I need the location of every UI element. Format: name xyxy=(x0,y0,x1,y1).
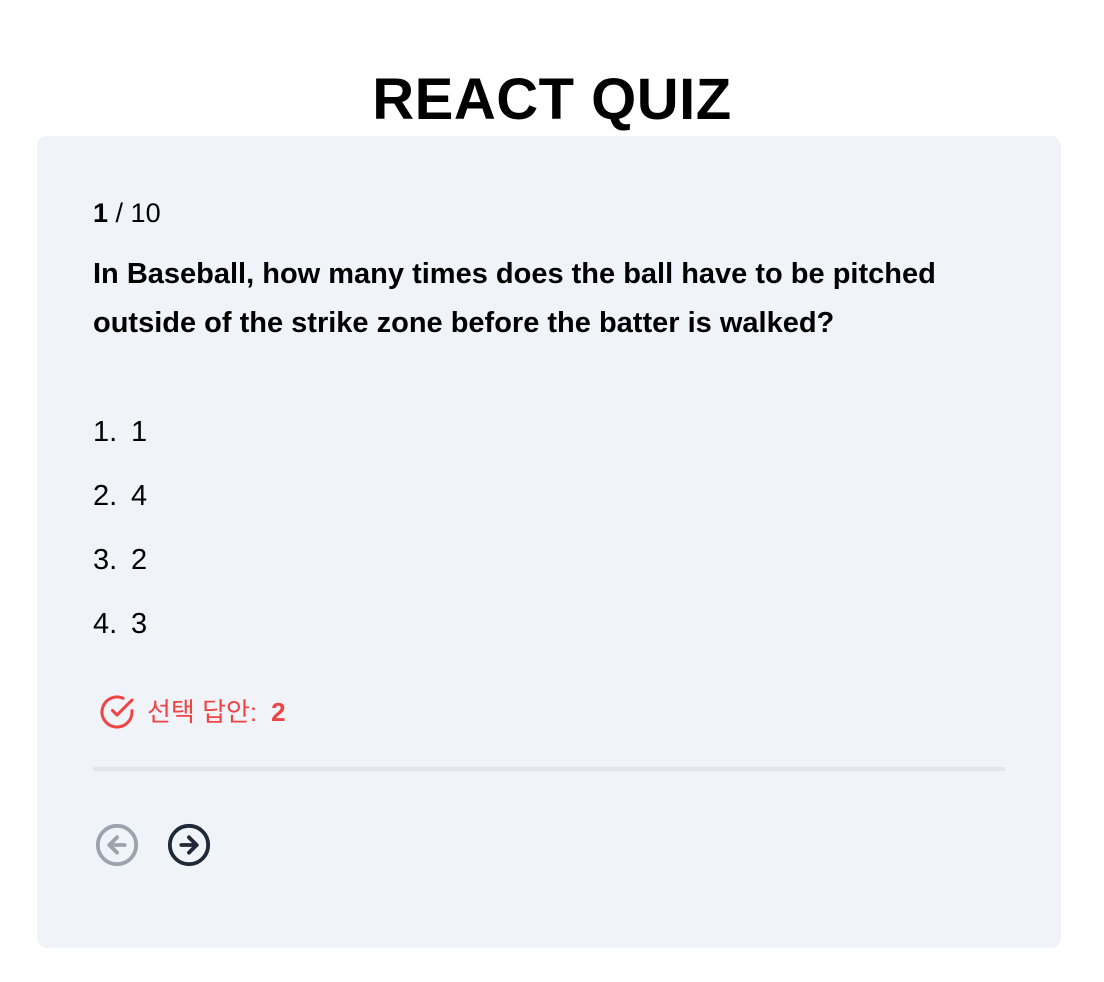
option-number: 1. xyxy=(93,416,118,448)
progress-total: 10 xyxy=(130,198,161,228)
selected-answer: 선택 답안: 2 xyxy=(99,694,286,730)
option-number: 4. xyxy=(93,608,118,640)
check-circle-icon xyxy=(100,695,134,729)
divider xyxy=(93,767,1005,771)
option-text: 2 xyxy=(131,544,148,576)
question-text: In Baseball, how many times does the bal… xyxy=(93,258,936,339)
option-number: 2. xyxy=(93,480,118,512)
answer-option-2[interactable]: 2. 4 xyxy=(93,476,147,540)
selected-answer-value: 2 xyxy=(271,697,286,727)
progress-separator: / xyxy=(108,198,131,228)
answer-options: 1. 1 2. 4 3. 2 4. 3 xyxy=(93,412,147,668)
quiz-page: REACT QUIZ 1 / 10 In Baseball, how many … xyxy=(0,0,1104,982)
previous-button[interactable] xyxy=(94,822,140,868)
question-progress: 1 / 10 xyxy=(93,196,161,230)
option-text: 3 xyxy=(131,608,148,640)
progress-current: 1 xyxy=(93,198,109,228)
answer-option-3[interactable]: 3. 2 xyxy=(93,540,147,604)
selected-answer-label: 선택 답안: xyxy=(147,697,258,727)
option-text: 1 xyxy=(131,416,148,448)
option-text: 4 xyxy=(131,480,148,512)
arrow-left-circle-icon xyxy=(95,823,139,867)
quiz-card: 1 / 10 In Baseball, how many times does … xyxy=(37,136,1061,948)
answer-option-1[interactable]: 1. 1 xyxy=(93,412,147,476)
arrow-right-circle-icon xyxy=(167,823,211,867)
next-button[interactable] xyxy=(166,822,212,868)
page-title: REACT QUIZ xyxy=(372,66,732,132)
answer-option-4[interactable]: 4. 3 xyxy=(93,604,147,668)
option-number: 3. xyxy=(93,544,118,576)
